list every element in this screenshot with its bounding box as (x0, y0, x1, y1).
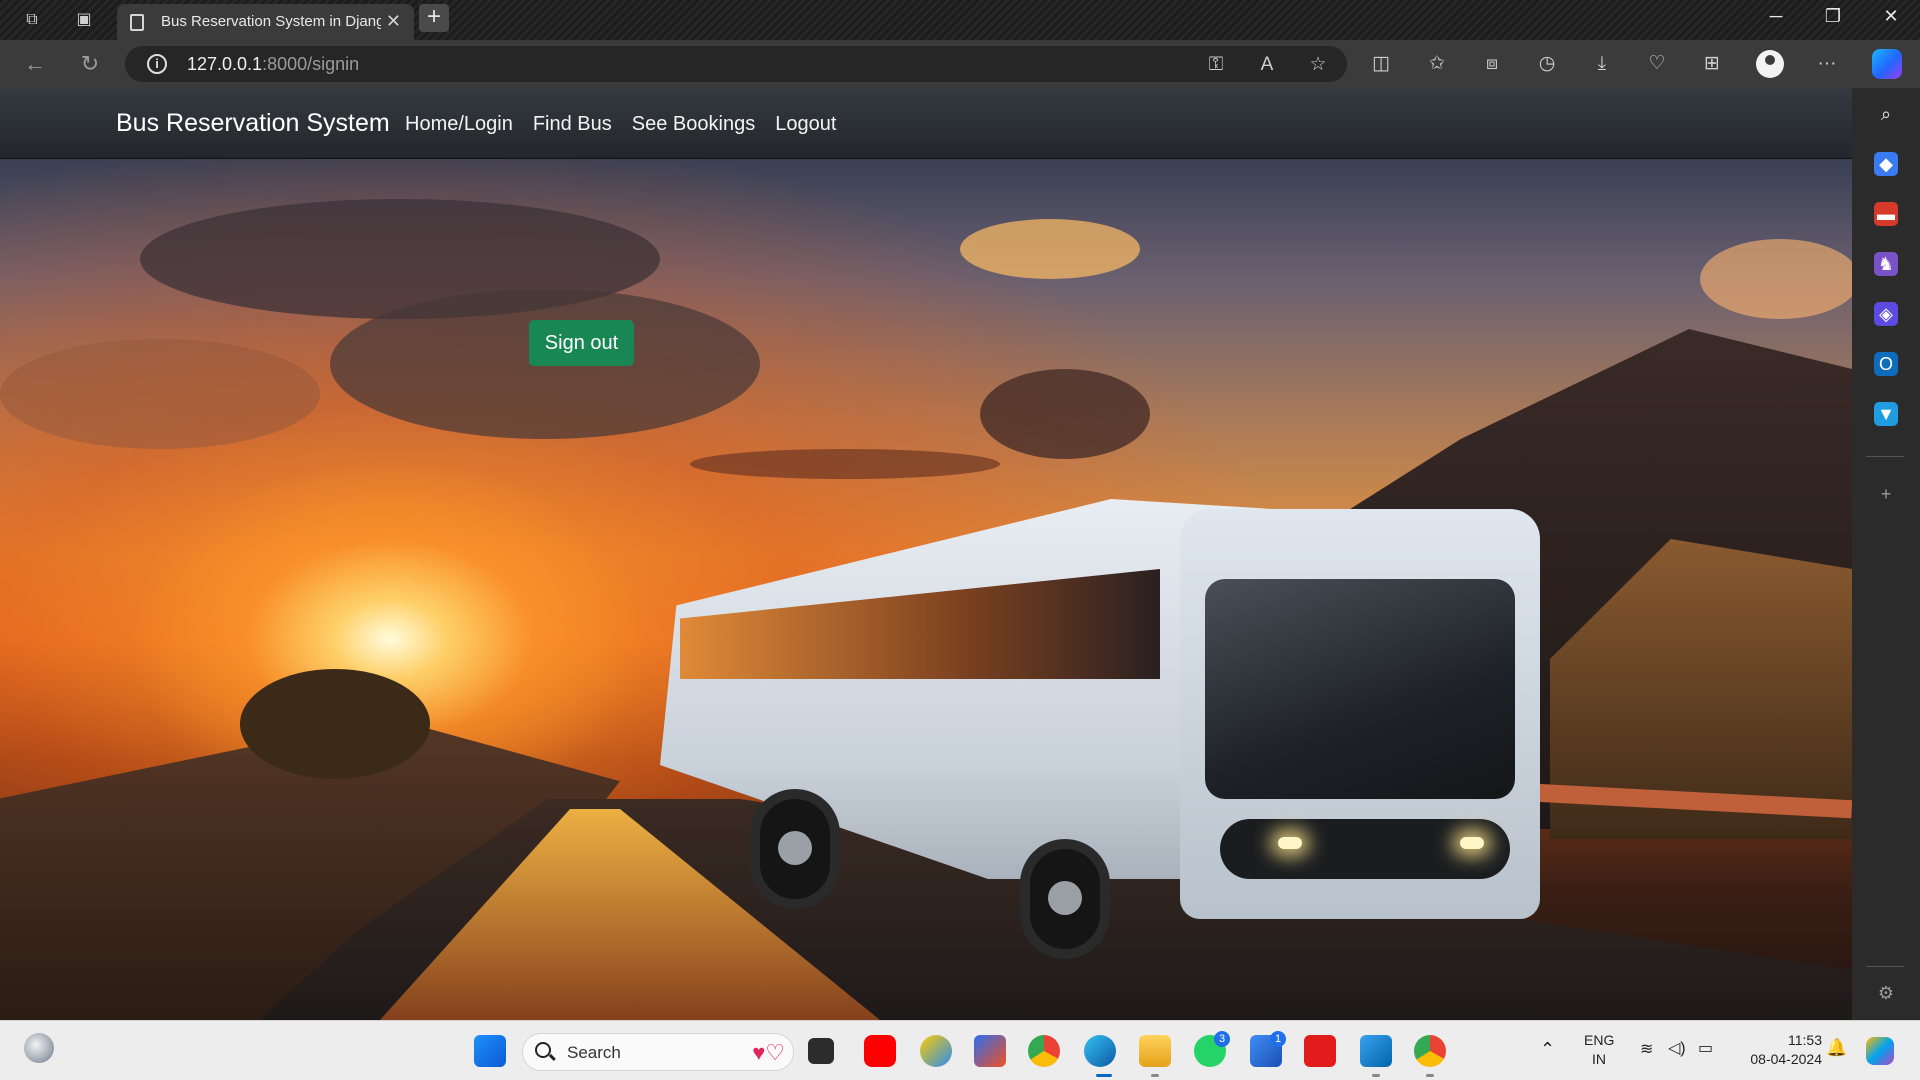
red-app-icon[interactable] (1304, 1035, 1336, 1067)
tab-title: Bus Reservation System in Djang (161, 13, 381, 30)
taskbar-search-box[interactable]: Search ♥♡ (522, 1033, 794, 1071)
volume-icon[interactable]: ◁) (1668, 1038, 1686, 1058)
bus-grille-shape (1220, 819, 1510, 879)
copilot-taskbar-icon[interactable] (920, 1035, 952, 1067)
settings-more-icon[interactable]: ··· (1814, 51, 1840, 77)
active-app-indicator (1096, 1074, 1112, 1077)
back-icon[interactable]: ← (22, 51, 48, 77)
clock-time[interactable]: 11:53 (1752, 1032, 1822, 1048)
browser-title-bar: ⧉ ▣ Bus Reservation System in Djang ✕ + … (0, 0, 1920, 40)
bus-headlight-shape (1278, 837, 1302, 849)
browser-tab-active[interactable]: Bus Reservation System in Djang ✕ (117, 4, 414, 40)
bus-illustration (660, 459, 1620, 959)
bus-headlight-shape (1460, 837, 1484, 849)
site-navbar: Bus Reservation System Home/Login Find B… (0, 88, 1852, 159)
tree-shape (240, 669, 430, 779)
downloads-icon[interactable]: ⤓ (1589, 51, 1615, 77)
show-hidden-icons-chevron-icon[interactable]: ⌃ (1540, 1039, 1555, 1060)
sidebar-divider (1866, 456, 1904, 457)
sign-out-button[interactable]: Sign out (529, 320, 634, 366)
cloud-shape (980, 369, 1150, 459)
outlook-icon[interactable]: O (1874, 352, 1898, 376)
youtube-icon[interactable] (864, 1035, 896, 1067)
battery-icon[interactable]: ▭ (1698, 1038, 1713, 1058)
search-icon (535, 1042, 551, 1058)
whatsapp-badge: 3 (1214, 1031, 1230, 1047)
vscode-icon[interactable] (1360, 1035, 1392, 1067)
wifi-icon[interactable]: ≋ (1640, 1039, 1653, 1059)
web-page: Bus Reservation System Home/Login Find B… (0, 88, 1852, 1020)
new-tab-button[interactable]: + (419, 4, 449, 32)
site-info-icon[interactable]: i (147, 54, 167, 74)
nav-link-logout[interactable]: Logout (775, 113, 836, 136)
performance-icon[interactable]: ♡ (1644, 51, 1670, 77)
site-brand[interactable]: Bus Reservation System (116, 109, 390, 138)
read-aloud-icon[interactable]: A (1254, 52, 1280, 78)
microsoft365-icon[interactable]: ◈ (1874, 302, 1898, 326)
password-key-icon[interactable]: ⚿ (1203, 52, 1229, 78)
page-icon (130, 14, 144, 31)
tab-actions-icon[interactable]: ▣ (72, 8, 96, 32)
extensions-icon[interactable]: ⊞ (1699, 51, 1725, 77)
task-view-icon[interactable] (808, 1038, 834, 1064)
profile-avatar-icon[interactable] (1756, 50, 1784, 78)
hero-background-image: Sign out (0, 159, 1852, 1020)
address-bar[interactable]: i 127.0.0.1:8000/signin ⚿ A ☆ (125, 46, 1347, 82)
tools-icon[interactable]: ▬ (1874, 202, 1898, 226)
address-url[interactable]: 127.0.0.1:8000/signin (187, 54, 359, 75)
split-screen-icon[interactable]: ◫ (1368, 51, 1394, 77)
chrome-profile-icon[interactable] (1414, 1035, 1446, 1067)
start-windows-icon[interactable] (474, 1035, 506, 1067)
browser-toolbar: ← ↻ i 127.0.0.1:8000/signin ⚿ A ☆ ◫ ✩ ⧈ … (0, 40, 1920, 88)
sidebar-settings-gear-icon[interactable]: ⚙ (1874, 981, 1898, 1005)
add-sidebar-app-icon[interactable]: + (1874, 482, 1898, 506)
running-app-indicator (1372, 1074, 1380, 1077)
windows-taskbar: Search ♥♡ 3 1 ⌃ ENG IN ≋ ◁) ▭ 11:53 08-0… (0, 1020, 1920, 1080)
cloud-shape (0, 339, 320, 449)
search-highlight-icon: ♥♡ (752, 1040, 785, 1065)
edge-icon[interactable] (1084, 1035, 1116, 1067)
cloud-shape (960, 219, 1140, 279)
phone-link-badge: 1 (1270, 1031, 1286, 1047)
bus-windshield-shape (1205, 579, 1515, 799)
favorites-icon[interactable]: ✩ (1424, 51, 1450, 77)
browser-sidebar: ⌕ ◆ ▬ ♞ ◈ O ▼ + ⚙ (1852, 88, 1920, 1020)
copilot-icon[interactable] (1872, 49, 1902, 79)
drop-icon[interactable]: ▼ (1874, 402, 1898, 426)
weather-widget-icon[interactable] (24, 1033, 54, 1063)
favorite-star-icon[interactable]: ☆ (1305, 52, 1331, 78)
games-icon[interactable]: ♞ (1874, 252, 1898, 276)
site-nav-links: Home/Login Find Bus See Bookings Logout (405, 113, 856, 136)
copilot-tray-icon[interactable] (1866, 1037, 1894, 1065)
nav-link-home-login[interactable]: Home/Login (405, 113, 513, 136)
bus-wheel-shape (1020, 839, 1110, 959)
file-explorer-icon[interactable] (1139, 1035, 1171, 1067)
search-icon[interactable]: ⌕ (1874, 102, 1898, 126)
language-indicator-line1[interactable]: ENG (1584, 1032, 1614, 1048)
refresh-icon[interactable]: ↻ (77, 51, 103, 77)
close-window-icon[interactable]: ✕ (1871, 6, 1911, 27)
microsoft-store-icon[interactable] (974, 1035, 1006, 1067)
bus-wheel-shape (750, 789, 840, 909)
chrome-icon[interactable] (1028, 1035, 1060, 1067)
sidebar-divider (1866, 966, 1904, 967)
close-tab-icon[interactable]: ✕ (386, 11, 401, 32)
history-icon[interactable]: ◷ (1534, 51, 1560, 77)
maximize-icon[interactable]: ❐ (1813, 6, 1853, 27)
nav-link-see-bookings[interactable]: See Bookings (632, 113, 755, 136)
notification-bell-icon[interactable]: 🔔 (1826, 1038, 1847, 1058)
minimize-icon[interactable]: ─ (1756, 6, 1796, 27)
clock-date[interactable]: 08-04-2024 (1734, 1051, 1822, 1067)
workspaces-icon[interactable]: ⧉ (20, 8, 44, 32)
cloud-shape (1700, 239, 1852, 319)
language-indicator-line2[interactable]: IN (1592, 1051, 1606, 1067)
nav-link-find-bus[interactable]: Find Bus (533, 113, 612, 136)
running-app-indicator (1151, 1074, 1159, 1077)
collections-icon[interactable]: ⧈ (1479, 51, 1505, 77)
taskbar-search-placeholder: Search (567, 1043, 621, 1062)
running-app-indicator (1426, 1074, 1434, 1077)
shopping-tag-icon[interactable]: ◆ (1874, 152, 1898, 176)
